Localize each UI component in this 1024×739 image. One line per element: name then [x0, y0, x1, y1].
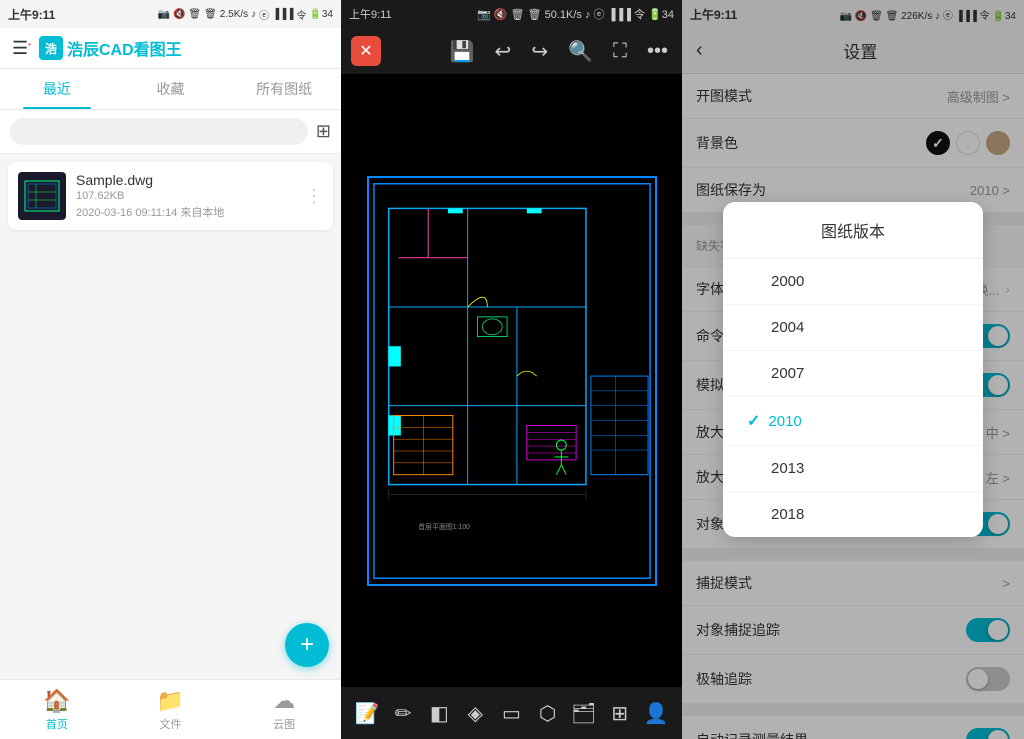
viewer-toolbar: ✕ 💾 ↩ ↪ 🔍 ⛶ ••• [341, 28, 682, 74]
panel-settings: 上午9:11 📷 🔇 🗑 🗑 226K/s ♪ ⓔ ▐▐▐ 令 🔋34 ‹ 设置… [682, 0, 1024, 739]
color-icon[interactable]: ⬡ [530, 695, 566, 731]
redo-icon[interactable]: ↪ [527, 37, 552, 66]
version-dialog: 图纸版本 2000 2004 2007 ✓ 2010 2013 [723, 202, 983, 537]
cloud-icon: ☁ [273, 688, 295, 714]
speed-center: 📷 🔇 🗑 🗑 50.1K/s ♪ ⓔ ▐▐▐ 令 🔋34 [477, 6, 674, 22]
cad-drawing: 首层平面图1:100 [367, 176, 657, 586]
file-name: Sample.dwg [76, 172, 295, 188]
grid2-icon[interactable]: ⊞ [602, 695, 638, 731]
file-info: Sample.dwg 107.62KB 2020-03-16 09:11:14 … [76, 172, 295, 220]
panel-file-list: 上午9:11 📷 🔇 🗑 🗑 2.5K/s ♪ ⓔ ▐▐▐ 令 🔋34 ☰• 浩… [0, 0, 341, 739]
dialog-option-2007[interactable]: 2007 [723, 351, 983, 397]
nav-cloud-label: 云图 [273, 716, 295, 732]
undo-icon[interactable]: ↩ [491, 37, 516, 66]
selected-check-icon: ✓ [747, 411, 760, 431]
user-icon[interactable]: 👤 [638, 695, 674, 731]
search-row: ⊞ [0, 110, 341, 154]
dialog-option-2018[interactable]: 2018 [723, 492, 983, 537]
logo-icon: 浩 [39, 36, 63, 60]
dialog-title: 图纸版本 [723, 202, 983, 259]
file-thumbnail [18, 172, 66, 220]
nav-files-label: 文件 [160, 716, 182, 732]
tab-recent[interactable]: 最近 [0, 69, 114, 109]
panel-cad-viewer: 上午9:11 📷 🔇 🗑 🗑 50.1K/s ♪ ⓔ ▐▐▐ 令 🔋34 ✕ 💾… [341, 0, 682, 739]
dialog-option-2000[interactable]: 2000 [723, 259, 983, 305]
measure-icon[interactable]: ▭ [493, 695, 529, 731]
grid-view-icon[interactable]: ⊞ [316, 121, 331, 142]
fab-add-button[interactable]: + [285, 623, 329, 667]
file-list-container: Sample.dwg 107.62KB 2020-03-16 09:11:14 … [0, 154, 341, 739]
expand-icon[interactable]: ⛶ [609, 38, 631, 65]
nav-cloud[interactable]: ☁ 云图 [227, 682, 341, 738]
search-input[interactable] [22, 124, 296, 139]
cad-canvas[interactable]: 首层平面图1:100 [341, 74, 682, 687]
layers-icon[interactable]: ◈ [457, 695, 493, 731]
tabs-row: 最近 收藏 所有图纸 [0, 69, 341, 110]
home-icon: 🏠 [43, 688, 70, 714]
dialog-option-2010[interactable]: ✓ 2010 [723, 397, 983, 446]
edit-text-icon[interactable]: 📝 [349, 695, 385, 731]
nav-home-label: 首页 [46, 716, 68, 732]
dialog-overlay[interactable]: 图纸版本 2000 2004 2007 ✓ 2010 2013 [682, 0, 1024, 739]
file-thumb-svg [22, 178, 62, 214]
dialog-option-2013[interactable]: 2013 [723, 446, 983, 492]
file-date: 2020-03-16 09:11:14 来自本地 [76, 204, 295, 220]
search-wrap[interactable] [10, 118, 308, 145]
file-list: Sample.dwg 107.62KB 2020-03-16 09:11:14 … [0, 154, 341, 679]
app-header: ☰• 浩 浩辰CAD看图王 [0, 28, 341, 69]
cad-svg: 首层平面图1:100 [369, 178, 655, 584]
tab-favorite[interactable]: 收藏 [114, 69, 228, 109]
more-icon[interactable]: ••• [643, 38, 672, 65]
file-size: 107.62KB [76, 190, 295, 202]
tab-all[interactable]: 所有图纸 [227, 69, 341, 109]
app-logo: 浩 浩辰CAD看图王 [39, 36, 182, 60]
folder-icon: 📁 [157, 688, 184, 714]
pencil-icon[interactable]: ✏ [385, 695, 421, 731]
folder-icon[interactable]: 🗂 [566, 695, 602, 731]
close-button[interactable]: ✕ [351, 36, 381, 66]
bottom-nav: 🏠 首页 📁 文件 ☁ 云图 [0, 679, 341, 739]
menu-icon[interactable]: ☰• [12, 38, 31, 59]
nav-files[interactable]: 📁 文件 [114, 682, 228, 738]
time-left: 上午9:11 [8, 6, 55, 23]
status-bar-left: 上午9:11 📷 🔇 🗑 🗑 2.5K/s ♪ ⓔ ▐▐▐ 令 🔋34 [0, 0, 341, 28]
status-bar-center: 上午9:11 📷 🔇 🗑 🗑 50.1K/s ♪ ⓔ ▐▐▐ 令 🔋34 [341, 0, 682, 28]
svg-text:首层平面图1:100: 首层平面图1:100 [418, 521, 470, 530]
zoom-icon[interactable]: 🔍 [564, 37, 597, 66]
dialog-option-2004[interactable]: 2004 [723, 305, 983, 351]
save-icon[interactable]: 💾 [446, 37, 479, 66]
app-title: 浩辰CAD看图王 [67, 36, 182, 60]
file-item[interactable]: Sample.dwg 107.62KB 2020-03-16 09:11:14 … [8, 162, 333, 230]
time-center: 上午9:11 [349, 6, 392, 22]
viewer-bottom-toolbar: 📝 ✏ ◧ ◈ ▭ ⬡ 🗂 ⊞ 👤 [341, 687, 682, 739]
status-icons-left: 📷 🔇 🗑 🗑 2.5K/s ♪ ⓔ ▐▐▐ 令 🔋34 [157, 7, 333, 22]
eraser-icon[interactable]: ◧ [421, 695, 457, 731]
nav-home[interactable]: 🏠 首页 [0, 682, 114, 738]
file-more-icon[interactable]: ⋮ [305, 186, 323, 207]
